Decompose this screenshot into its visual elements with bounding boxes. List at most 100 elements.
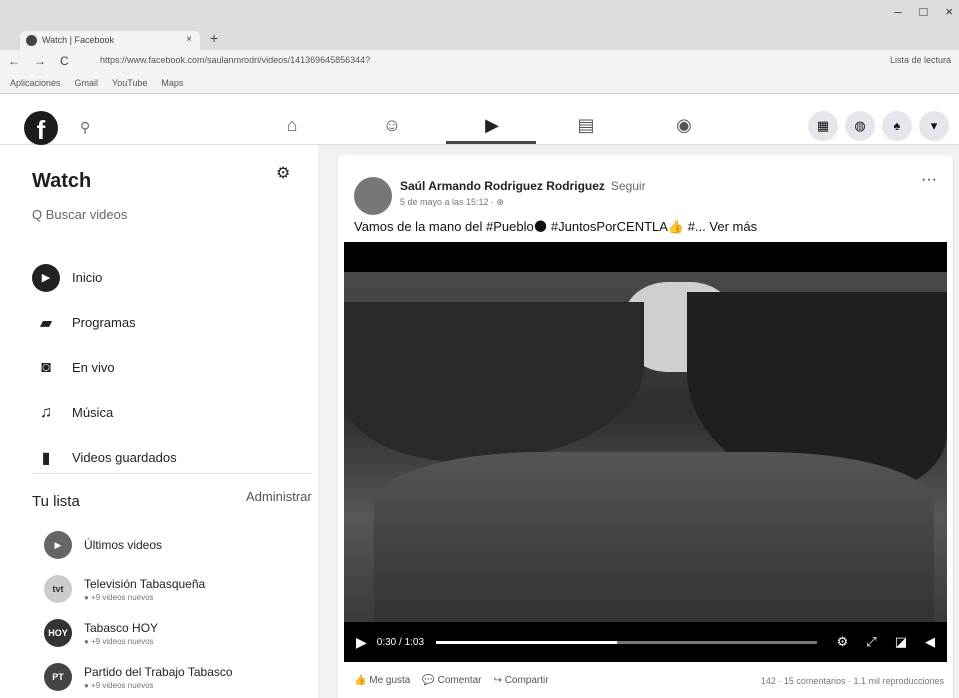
- tab-close-icon[interactable]: ×: [186, 34, 192, 45]
- video-progress-bar[interactable]: [436, 640, 817, 644]
- reload-button[interactable]: C: [60, 54, 69, 68]
- video-time: 0:30 / 1:03: [376, 636, 425, 648]
- post-actions: 👍 Me gusta 💬 Comentar ↪ Compartir 142 · …: [354, 675, 944, 686]
- list-item-name: Últimos videos: [84, 538, 163, 552]
- list-item-sub: ● +9 videos nuevos: [84, 680, 154, 690]
- list-item[interactable]: HOY Tabasco HOY ● +9 videos nuevos: [44, 611, 314, 655]
- tu-lista-heading: Tu lista: [32, 493, 80, 510]
- settings-icon[interactable]: ⚙: [837, 634, 849, 650]
- messenger-icon[interactable]: ◍: [845, 111, 875, 141]
- avatar: tvt: [44, 575, 72, 603]
- saved-icon: ▮: [41, 449, 51, 467]
- sidebar-item-label: Videos guardados: [72, 450, 177, 465]
- music-icon: ♫: [40, 403, 52, 421]
- list-item-sub: ● +9 videos nuevos: [84, 636, 154, 646]
- minimize-button[interactable]: –: [894, 4, 901, 19]
- forward-button[interactable]: →: [34, 54, 46, 68]
- video-player[interactable]: ▶ 0:30 / 1:03 ⚙ ⤢ ◪ ◀: [344, 242, 947, 662]
- more-options-icon[interactable]: ···: [921, 171, 937, 189]
- watch-sidebar: Watch ⚙ Q Buscar videos ▶ Inicio ▰ Progr…: [0, 145, 318, 698]
- new-tab-button[interactable]: +: [210, 30, 218, 46]
- sidebar-item-label: Música: [72, 405, 114, 420]
- sidebar-item-musica[interactable]: ♫ Música: [32, 390, 312, 435]
- watch-menu: ▶ Inicio ▰ Programas ◙ En vivo ♫ Música …: [32, 255, 312, 480]
- volume-icon[interactable]: ◀: [925, 634, 935, 650]
- pip-icon[interactable]: ◪: [895, 634, 907, 650]
- tab-title: Watch | Facebook: [42, 35, 115, 45]
- sidebar-item-en-vivo[interactable]: ◙ En vivo: [32, 345, 312, 390]
- sidebar-item-label: En vivo: [72, 360, 115, 375]
- comment-label: Comentar: [437, 675, 482, 686]
- menu-grid-icon[interactable]: ▦: [808, 111, 838, 141]
- close-window-button[interactable]: ×: [945, 4, 953, 19]
- video-trees-left: [344, 302, 644, 462]
- video-crowd: [374, 452, 934, 622]
- search-icon[interactable]: ⚲: [80, 119, 90, 136]
- avatar[interactable]: [354, 177, 392, 215]
- share-button[interactable]: ↪ Compartir: [494, 675, 549, 686]
- reading-list-button[interactable]: Lista de lectura: [890, 55, 951, 65]
- gear-icon[interactable]: ⚙: [276, 163, 298, 185]
- home-icon[interactable]: ⌂: [278, 111, 306, 139]
- friends-icon[interactable]: ☺: [378, 111, 406, 139]
- sidebar-item-inicio[interactable]: ▶ Inicio: [32, 255, 312, 300]
- sidebar-item-label: Programas: [72, 315, 136, 330]
- follow-link[interactable]: Seguir: [611, 179, 646, 193]
- browser-tab-watch[interactable]: Watch | Facebook ×: [20, 31, 200, 50]
- window-controls: – □ ×: [894, 4, 953, 19]
- url-input[interactable]: https://www.facebook.com/saulanmrodri/vi…: [100, 55, 370, 65]
- tu-lista: ▶ Últimos videos tvt Televisión Tabasque…: [44, 523, 314, 698]
- list-item-name: Partido del Trabajo Tabasco: [84, 664, 233, 679]
- fullscreen-icon[interactable]: ⤢: [866, 634, 876, 650]
- post-text: Vamos de la mano del #Pueblo🌑 #JuntosPor…: [354, 219, 758, 234]
- like-label: Me gusta: [369, 675, 411, 686]
- shows-icon: ▰: [39, 314, 53, 332]
- notifications-icon[interactable]: ♠: [882, 111, 912, 141]
- maximize-button[interactable]: □: [920, 4, 928, 19]
- address-bar: ← → C https://www.facebook.com/saulanmro…: [0, 50, 959, 72]
- video-controls: ▶ 0:30 / 1:03 ⚙ ⤢ ◪ ◀: [344, 622, 947, 662]
- facebook-favicon-icon: [26, 35, 37, 46]
- back-button[interactable]: ←: [8, 54, 20, 68]
- like-button[interactable]: 👍 Me gusta: [354, 675, 410, 686]
- bookmark-apps[interactable]: Aplicaciones: [10, 78, 61, 93]
- watch-feed: Saúl Armando Rodriguez Rodriguez Seguir 5…: [318, 145, 959, 698]
- video-post: Saúl Armando Rodriguez Rodriguez Seguir 5…: [338, 155, 953, 698]
- comment-button[interactable]: 💬 Comentar: [422, 675, 481, 686]
- bookmark-youtube[interactable]: YouTube: [112, 78, 147, 93]
- marketplace-icon[interactable]: ▤: [572, 111, 600, 139]
- post-author: Saúl Armando Rodriguez Rodriguez Seguir: [400, 179, 646, 193]
- list-item-sub: ● +9 videos nuevos: [84, 592, 154, 602]
- facebook-logo[interactable]: f: [24, 111, 58, 145]
- list-item-name: Televisión Tabasqueña: [84, 576, 206, 591]
- post-timestamp[interactable]: 5 de mayo a las 15:12 · ⊕: [400, 197, 504, 208]
- play-icon: ▶: [44, 531, 72, 559]
- watch-icon[interactable]: ▶: [478, 111, 506, 139]
- bookmark-gmail[interactable]: Gmail: [75, 78, 99, 93]
- bookmarks-bar: Aplicaciones Gmail YouTube Maps: [0, 72, 959, 94]
- video-progress-fill: [436, 640, 618, 644]
- post-stats[interactable]: 142 · 15 comentarios · 1.1 mil reproducc…: [761, 676, 944, 686]
- sidebar-item-label: Inicio: [72, 270, 103, 285]
- list-item[interactable]: tvt Televisión Tabasqueña ● +9 videos nu…: [44, 567, 314, 611]
- groups-icon[interactable]: ◉: [670, 111, 698, 139]
- window-titlebar: – □ ×: [0, 0, 959, 28]
- sidebar-item-programas[interactable]: ▰ Programas: [32, 300, 312, 345]
- author-link[interactable]: Saúl Armando Rodriguez Rodriguez: [400, 179, 605, 193]
- administrar-link[interactable]: Administrar: [246, 489, 312, 504]
- search-videos-input[interactable]: Q Buscar videos: [32, 207, 127, 222]
- play-icon[interactable]: ▶: [356, 634, 367, 651]
- tab-strip: Watch | Facebook × +: [0, 28, 959, 50]
- account-dropdown-icon[interactable]: ▾: [919, 111, 949, 141]
- bookmark-maps[interactable]: Maps: [161, 78, 183, 93]
- list-item[interactable]: PT Partido del Trabajo Tabasco ● +9 vide…: [44, 655, 314, 698]
- live-icon: ◙: [41, 358, 51, 376]
- list-item[interactable]: ▶ Últimos videos: [44, 523, 314, 567]
- active-tab-indicator: [446, 141, 536, 144]
- avatar: PT: [44, 663, 72, 691]
- video-frame: [344, 272, 947, 622]
- share-label: Compartir: [504, 675, 549, 686]
- avatar: HOY: [44, 619, 72, 647]
- play-icon: ▶: [32, 263, 60, 292]
- page-title: Watch: [32, 170, 92, 192]
